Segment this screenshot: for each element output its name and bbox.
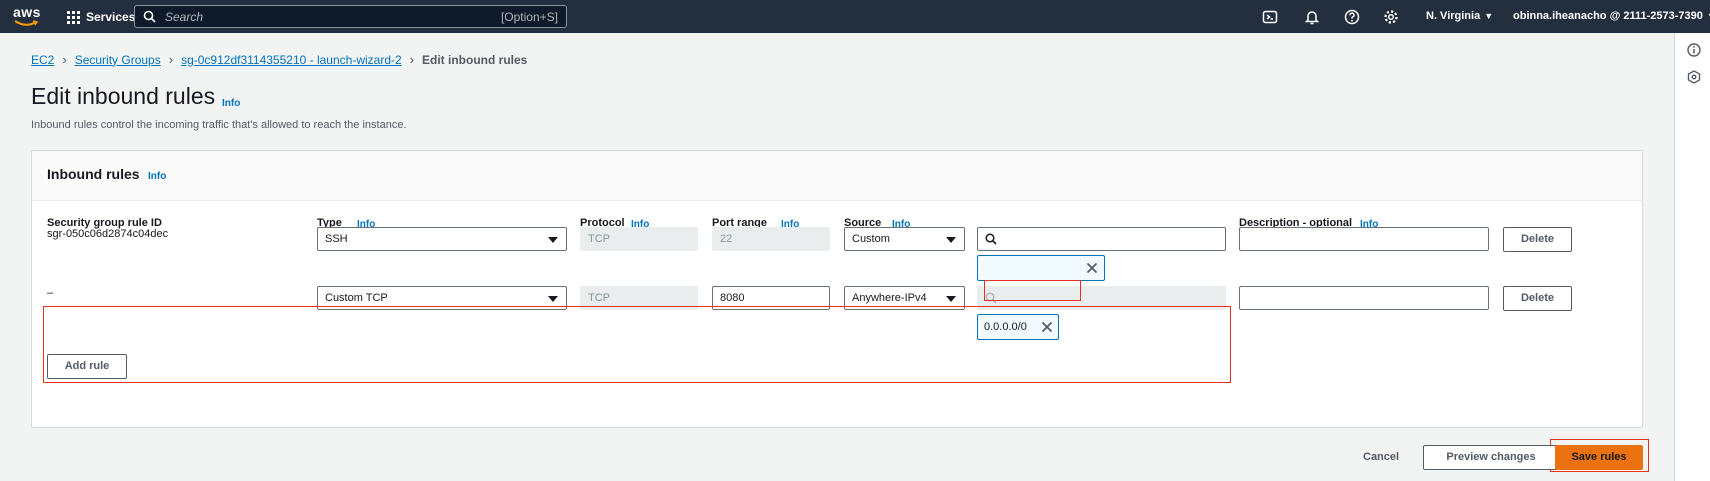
preview-changes-button[interactable]: Preview changes bbox=[1423, 445, 1559, 470]
delete-rule-button[interactable]: Delete bbox=[1503, 227, 1572, 252]
cancel-button[interactable]: Cancel bbox=[1363, 451, 1399, 463]
gear-icon[interactable] bbox=[1383, 9, 1399, 25]
source-select-value: Custom bbox=[852, 233, 890, 245]
breadcrumb: EC2 › Security Groups › sg-0c912df311435… bbox=[31, 52, 527, 67]
inbound-rules-panel: Inbound rules Info Security group rule I… bbox=[31, 150, 1643, 428]
region-label: N. Virginia bbox=[1426, 10, 1481, 22]
page-title-info-link[interactable]: Info bbox=[222, 98, 240, 109]
panel-title: Inbound rules bbox=[47, 166, 140, 182]
search-icon bbox=[143, 10, 156, 23]
info-panel-icon[interactable] bbox=[1687, 43, 1701, 57]
source-token: 0.0.0.0/0 bbox=[977, 314, 1059, 340]
source-select-value: Anywhere-IPv4 bbox=[852, 292, 927, 304]
cloudshell-icon[interactable] bbox=[1262, 9, 1278, 25]
protocol-field bbox=[580, 286, 698, 310]
source-cidr-search bbox=[977, 286, 1226, 310]
services-grid-icon bbox=[67, 10, 80, 24]
breadcrumb-security-group-link[interactable]: sg-0c912df3114355210 - launch-wizard-2 bbox=[181, 53, 402, 67]
delete-rule-button[interactable]: Delete bbox=[1503, 286, 1572, 311]
description-field[interactable] bbox=[1239, 286, 1489, 310]
search-shortcut-hint: [Option+S] bbox=[500, 10, 558, 24]
chevron-right-icon: › bbox=[62, 52, 67, 67]
hexagon-feedback-icon[interactable] bbox=[1687, 70, 1701, 84]
breadcrumb-ec2-link[interactable]: EC2 bbox=[31, 53, 54, 67]
save-rules-button[interactable]: Save rules bbox=[1555, 445, 1643, 470]
search-input[interactable] bbox=[163, 7, 463, 26]
source-select[interactable]: Custom bbox=[844, 227, 965, 251]
chevron-right-icon: › bbox=[409, 52, 415, 67]
page-title: Edit inbound rules bbox=[31, 83, 216, 109]
protocol-field bbox=[580, 227, 698, 251]
rule-id-cell: – bbox=[47, 287, 54, 299]
breadcrumb-security-groups-link[interactable]: Security Groups bbox=[75, 53, 161, 67]
global-search-box[interactable]: [Option+S] bbox=[134, 5, 567, 28]
dropdown-arrow-icon bbox=[548, 237, 558, 243]
aws-logo-text: aws bbox=[13, 4, 41, 20]
bell-icon[interactable] bbox=[1304, 9, 1320, 25]
remove-token-icon[interactable] bbox=[1041, 321, 1053, 333]
search-icon bbox=[985, 233, 997, 245]
help-icon[interactable] bbox=[1344, 9, 1360, 25]
source-select[interactable]: Anywhere-IPv4 bbox=[844, 286, 965, 310]
dropdown-arrow-icon bbox=[946, 237, 956, 243]
type-select-value: SSH bbox=[325, 233, 348, 245]
add-rule-button[interactable]: Add rule bbox=[47, 354, 127, 379]
description-field[interactable] bbox=[1239, 227, 1489, 251]
rule-id-cell: sgr-050c06d2874c04dec bbox=[47, 228, 169, 240]
panel-header: Inbound rules Info bbox=[32, 151, 1642, 201]
account-menu[interactable]: obinna.iheanacho @ 2111-2573-7390▼ bbox=[1513, 10, 1710, 22]
aws-smile-icon bbox=[14, 20, 39, 26]
port-range-field bbox=[712, 227, 830, 251]
source-token bbox=[977, 255, 1105, 281]
caret-down-icon: ▼ bbox=[1484, 11, 1494, 21]
region-selector[interactable]: N. Virginia ▼ bbox=[1426, 10, 1493, 22]
account-label: obinna.iheanacho @ 2111-2573-7390 bbox=[1513, 10, 1703, 22]
type-select[interactable]: Custom TCP bbox=[317, 286, 567, 310]
right-tools-rail bbox=[1674, 33, 1710, 481]
services-menu-button[interactable]: Services bbox=[67, 9, 135, 25]
page-description: Inbound rules control the incoming traff… bbox=[31, 119, 407, 131]
port-range-field[interactable] bbox=[712, 286, 830, 310]
aws-logo[interactable]: aws bbox=[13, 4, 41, 28]
chevron-right-icon: › bbox=[168, 52, 174, 67]
source-token-value: 0.0.0.0/0 bbox=[984, 321, 1027, 333]
search-icon bbox=[985, 292, 997, 304]
source-cidr-search[interactable] bbox=[977, 227, 1226, 251]
breadcrumb-current: Edit inbound rules bbox=[422, 52, 528, 67]
dropdown-arrow-icon bbox=[946, 296, 956, 302]
type-select-value: Custom TCP bbox=[325, 292, 388, 304]
top-navigation-bar: aws Services [Option+S] bbox=[0, 0, 1710, 33]
type-select[interactable]: SSH bbox=[317, 227, 567, 251]
services-label: Services bbox=[86, 10, 136, 24]
dropdown-arrow-icon bbox=[548, 296, 558, 302]
remove-token-icon[interactable] bbox=[1086, 262, 1098, 274]
panel-title-info-link[interactable]: Info bbox=[148, 171, 166, 182]
